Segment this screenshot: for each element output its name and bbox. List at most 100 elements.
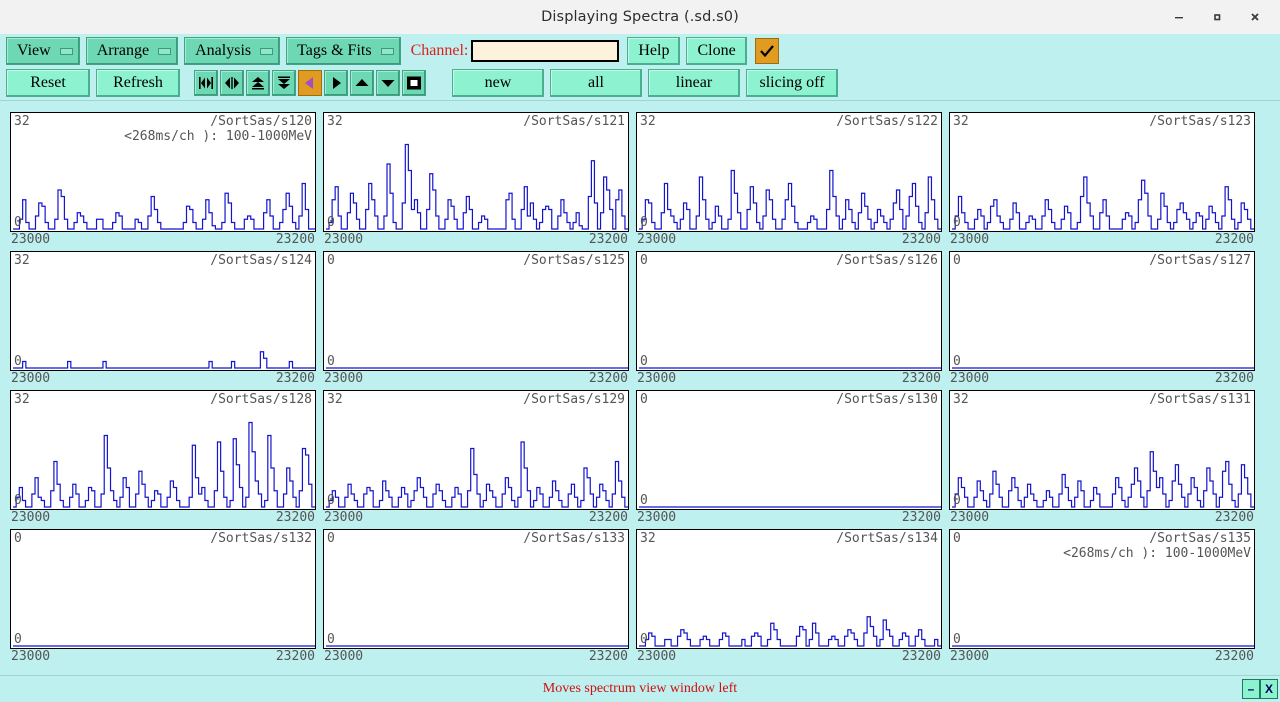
spectrum-plot-area[interactable]: 32/SortSas/s1220 — [636, 112, 942, 232]
spectrum-panel[interactable]: 32/SortSas/s12102300023200 — [323, 112, 629, 237]
step-right-icon[interactable] — [324, 70, 348, 96]
x-axis-max-label: 23200 — [588, 232, 629, 248]
spectrum-name-label: /SortSas/s126 — [836, 253, 938, 268]
x-axis-min-label: 23000 — [10, 649, 51, 665]
spectrum-panel[interactable]: 32/SortSas/s12302300023200 — [949, 112, 1255, 237]
collapse-horizontal-icon[interactable] — [194, 70, 218, 96]
checkmark-toggle-button[interactable] — [755, 38, 779, 64]
statusbar-minimize-button[interactable]: – — [1242, 679, 1260, 699]
help-button[interactable]: Help — [627, 37, 680, 65]
spectrum-ymin-label: 0 — [953, 355, 961, 369]
spectrum-ymin-label: 0 — [14, 494, 22, 508]
spectrum-plot-area[interactable]: 32/SortSas/s1290 — [323, 390, 629, 510]
refresh-button[interactable]: Refresh — [96, 69, 180, 97]
action-row: Reset Refresh — [6, 69, 844, 97]
spectrum-plot-area[interactable]: 32/SortSas/s1340 — [636, 529, 942, 649]
minimize-icon[interactable] — [1160, 2, 1198, 32]
step-up-icon[interactable] — [350, 70, 374, 96]
toolbar-area: View Arrange Analysis Tags & Fits Channe… — [0, 34, 1280, 101]
spectrum-panel[interactable]: 0/SortSas/s12602300023200 — [636, 251, 942, 376]
spectrum-ymin-label: 0 — [14, 355, 22, 369]
linear-button-label: linear — [676, 74, 712, 92]
zoom-box-icon[interactable] — [402, 70, 426, 96]
chevron-down-icon — [158, 48, 171, 55]
menu-arrange[interactable]: Arrange — [86, 37, 178, 65]
x-axis-min-label: 23000 — [636, 232, 677, 248]
spectrum-ymin-label: 0 — [640, 633, 648, 647]
channel-label: Channel: — [411, 42, 469, 60]
spectrum-plot-area[interactable]: 0/SortSas/s1300 — [636, 390, 942, 510]
spectrum-x-axis: 2300023200 — [323, 510, 629, 528]
collapse-up-icon[interactable] — [246, 70, 270, 96]
spectrum-name-label: /SortSas/s133 — [523, 531, 625, 546]
expand-down-icon[interactable] — [272, 70, 296, 96]
window-titlebar: Displaying Spectra (.sd.s0) — [0, 0, 1280, 35]
x-axis-min-label: 23000 — [949, 649, 990, 665]
spectrum-panel[interactable]: 0/SortSas/s12502300023200 — [323, 251, 629, 376]
spectrum-plot-area[interactable]: 0/SortSas/s1260 — [636, 251, 942, 371]
spectrum-ymax-label: 0 — [327, 531, 335, 546]
spectrum-plot-area[interactable]: 0/SortSas/s1330 — [323, 529, 629, 649]
channel-input[interactable] — [471, 40, 619, 62]
x-axis-min-label: 23000 — [949, 371, 990, 387]
spectrum-plot-area[interactable]: 0/SortSas/s1320 — [10, 529, 316, 649]
spectrum-panel[interactable]: 32/SortSas/s12802300023200 — [10, 390, 316, 515]
spectrum-panel[interactable]: 32/SortSas/s13402300023200 — [636, 529, 942, 654]
spectrum-name-label: /SortSas/s122 — [836, 114, 938, 129]
spectrum-panel[interactable]: 32/SortSas/s13102300023200 — [949, 390, 1255, 515]
spectrum-ymax-label: 0 — [953, 253, 961, 268]
all-button[interactable]: all — [550, 69, 642, 97]
x-axis-min-label: 23000 — [636, 371, 677, 387]
spectrum-panel[interactable]: 32/SortSas/s12902300023200 — [323, 390, 629, 515]
spectrum-plot-area[interactable]: 0/SortSas/s135<268ms/ch ): 100-1000MeV0 — [949, 529, 1255, 649]
menu-analysis[interactable]: Analysis — [184, 37, 280, 65]
spectrum-ymax-label: 0 — [953, 531, 961, 546]
step-left-icon[interactable] — [298, 70, 322, 96]
spectrum-subtitle-label: <268ms/ch ): 100-1000MeV — [1063, 546, 1251, 561]
spectrum-x-axis: 23000 23200 — [949, 649, 1255, 667]
chevron-down-icon — [60, 48, 73, 55]
spectrum-name-label: /SortSas/s125 — [523, 253, 625, 268]
spectrum-ymax-label: 32 — [14, 253, 30, 268]
spectrum-x-axis: 2300023200 — [636, 649, 942, 667]
clone-button[interactable]: Clone — [686, 37, 746, 65]
spectrum-panel[interactable]: 0/SortSas/s13302300023200 — [323, 529, 629, 654]
x-axis-min-label: 23000 — [10, 510, 51, 526]
refresh-button-label: Refresh — [113, 74, 163, 92]
spectrum-panel[interactable]: 32/SortSas/s120<268ms/ch ): 100-1000MeV0… — [10, 112, 316, 237]
spectrum-plot-area[interactable]: 0/SortSas/s1270 — [949, 251, 1255, 371]
chevron-down-icon — [260, 48, 273, 55]
spectrum-plot-area[interactable]: 32/SortSas/s1280 — [10, 390, 316, 510]
spectrum-plot-area[interactable]: 0/SortSas/s1250 — [323, 251, 629, 371]
spectrum-panel[interactable]: 0/SortSas/s12702300023200 — [949, 251, 1255, 376]
maximize-icon[interactable] — [1198, 2, 1236, 32]
spectrum-panel[interactable]: 0/SortSas/s13002300023200 — [636, 390, 942, 515]
menu-tags-and-fits[interactable]: Tags & Fits — [286, 37, 400, 65]
reset-button[interactable]: Reset — [6, 69, 90, 97]
x-axis-min-label: 23000 — [949, 510, 990, 526]
close-icon[interactable] — [1236, 2, 1274, 32]
spectrum-plot-area[interactable]: 32/SortSas/s120<268ms/ch ): 100-1000MeV0 — [10, 112, 316, 232]
spectrum-plot-area[interactable]: 32/SortSas/s1230 — [949, 112, 1255, 232]
expand-horizontal-icon[interactable] — [220, 70, 244, 96]
slicing-button[interactable]: slicing off — [746, 69, 838, 97]
spectrum-plot-area[interactable]: 32/SortSas/s1310 — [949, 390, 1255, 510]
step-down-icon[interactable] — [376, 70, 400, 96]
spectrum-ymin-label: 0 — [953, 633, 961, 647]
spectrum-x-axis: 2300023200 — [323, 232, 629, 250]
linear-button[interactable]: linear — [648, 69, 740, 97]
window-title: Displaying Spectra (.sd.s0) — [541, 9, 739, 25]
spectrum-panel[interactable]: 32/SortSas/s12202300023200 — [636, 112, 942, 237]
spectrum-name-label: /SortSas/s130 — [836, 392, 938, 407]
new-button[interactable]: new — [452, 69, 544, 97]
x-axis-max-label: 23200 — [1214, 649, 1255, 665]
reset-button-label: Reset — [30, 74, 66, 92]
spectrum-panel[interactable]: 0/SortSas/s135<268ms/ch ): 100-1000MeV02… — [949, 529, 1255, 654]
spectrum-plot-area[interactable]: 32/SortSas/s1240 — [10, 251, 316, 371]
spectrum-panel[interactable]: 32/SortSas/s12402300023200 — [10, 251, 316, 376]
menu-view[interactable]: View — [6, 37, 80, 65]
spectrum-panel[interactable]: 0/SortSas/s13202300023200 — [10, 529, 316, 654]
spectrum-plot-area[interactable]: 32/SortSas/s1210 — [323, 112, 629, 232]
statusbar-close-button[interactable]: X — [1260, 679, 1278, 699]
menu-row: View Arrange Analysis Tags & Fits Channe… — [6, 37, 779, 65]
